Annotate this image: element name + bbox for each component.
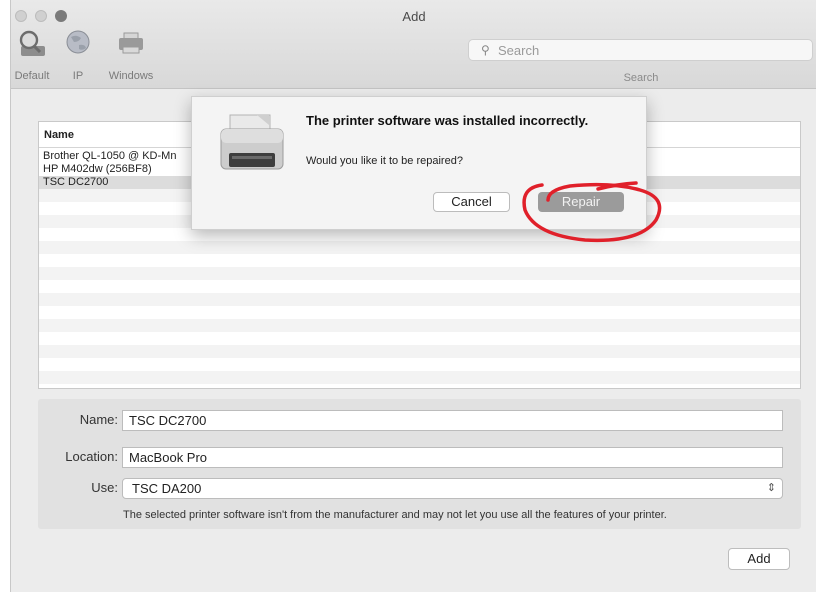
windows-printer-icon (114, 28, 148, 58)
search-icon: ⚲ (481, 43, 490, 57)
use-driver-value: TSC DA200 (132, 481, 202, 496)
printer-icon (217, 113, 287, 182)
repair-alert-dialog: The printer software was installed incor… (191, 96, 647, 230)
empty-row (39, 306, 800, 319)
name-field[interactable]: TSC DC2700 (122, 410, 783, 431)
empty-row (39, 267, 800, 280)
search-placeholder: Search (498, 43, 540, 58)
globe-icon (61, 28, 95, 58)
empty-row (39, 254, 800, 267)
magnifier-printer-icon (15, 28, 49, 58)
dialog-message: Would you like it to be repaired? (306, 155, 463, 167)
empty-row (39, 293, 800, 306)
location-label: Location: (65, 449, 118, 464)
left-edge (0, 0, 10, 592)
driver-warning-note: The selected printer software isn't from… (123, 509, 667, 521)
use-driver-popup[interactable]: TSC DA200 ⇕ (122, 478, 783, 499)
toolbar-default-label: Default (14, 70, 50, 82)
toolbar-default-button[interactable]: Default (7, 28, 57, 82)
name-label: Name: (79, 412, 118, 427)
search-label: Search (623, 72, 659, 84)
empty-row (39, 319, 800, 332)
empty-row (39, 345, 800, 358)
toolbar-windows-label: Windows (108, 70, 154, 82)
toolbar-windows-button[interactable]: Windows (105, 28, 157, 82)
add-button[interactable]: Add (728, 548, 790, 570)
empty-row (39, 371, 800, 384)
add-printer-window: Add Default IP Windows ⚲ Search Search N… (10, 0, 816, 592)
dialog-title: The printer software was installed incor… (306, 113, 589, 128)
repair-button[interactable]: Repair (538, 192, 624, 212)
cancel-button[interactable]: Cancel (433, 192, 510, 212)
chevron-updown-icon: ⇕ (766, 482, 776, 494)
location-field[interactable]: MacBook Pro (122, 447, 783, 468)
title-bar: Add Default IP Windows ⚲ Search Search (11, 0, 816, 89)
window-title: Add (402, 9, 426, 24)
empty-row (39, 332, 800, 345)
empty-row (39, 358, 800, 371)
search-field[interactable]: ⚲ Search (468, 39, 813, 61)
toolbar-ip-button[interactable]: IP (61, 28, 95, 82)
use-label: Use: (91, 480, 118, 495)
empty-row (39, 280, 800, 293)
empty-row (39, 241, 800, 254)
toolbar-ip-label: IP (72, 70, 84, 82)
printer-details-form: Name: TSC DC2700 Location: MacBook Pro U… (38, 399, 801, 529)
